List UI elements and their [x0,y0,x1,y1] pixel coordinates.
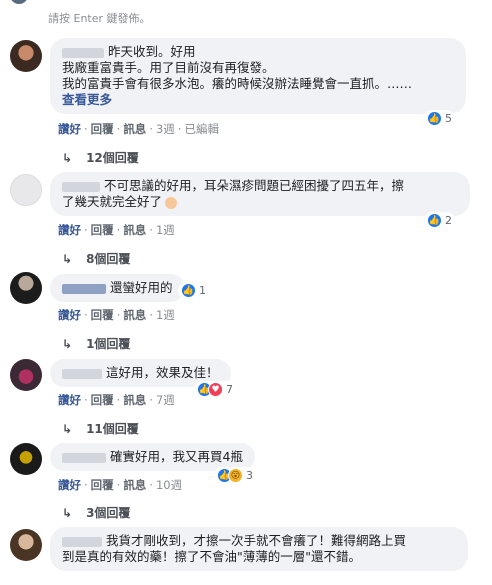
comment-text: 我貨才剛收到，才擦一次手就不會癢了！難得網路上買 [106,533,407,548]
replies-count: 3個回覆 [86,506,131,520]
replies-count: 12個回覆 [86,151,139,165]
reaction-summary[interactable]: 👍 ♥ 7 [194,381,236,398]
reaction-summary[interactable]: 👍 1 [178,282,209,299]
like-icon: 👍 [181,283,196,298]
author-name[interactable] [62,181,100,192]
comment-actions: 讚好 · 回覆 · 訊息 · 3週 · 已編輯 [58,122,219,136]
message-button[interactable]: 訊息 [123,478,146,492]
avatar[interactable] [10,174,42,206]
edited-label: 已編輯 [184,122,219,136]
reply-arrow-icon: ↳ [62,422,73,436]
like-button[interactable]: 讚好 [58,122,81,136]
view-replies-link[interactable]: ↳ 11個回覆 [62,420,139,437]
comment-text: 還蠻好用的 [110,280,173,295]
comment-actions: 讚好 · 回覆 · 訊息 · 7週 [58,393,175,407]
view-replies-link[interactable]: ↳ 8個回覆 [62,250,130,267]
message-button[interactable]: 訊息 [123,393,146,407]
comment-actions: 讚好 · 回覆 · 訊息 · 1週 [58,223,175,237]
comment-bubble: 不可思議的好用，耳朵濕疹問題已經困擾了四五年，擦 了幾天就完全好了 [50,172,470,216]
avatar[interactable] [10,272,42,304]
avatar[interactable] [10,443,42,475]
comment-time[interactable]: 1週 [156,308,175,322]
comment-actions: 讚好 · 回覆 · 訊息 · 1週 [58,308,175,322]
reply-arrow-icon: ↳ [62,506,73,520]
reaction-count: 2 [445,214,452,227]
message-button[interactable]: 訊息 [123,308,146,322]
replies-count: 1個回覆 [86,337,131,351]
avatar[interactable] [10,529,42,561]
author-name[interactable] [62,536,102,547]
reply-button[interactable]: 回覆 [91,223,114,237]
reply-button[interactable]: 回覆 [91,122,114,136]
reaction-count: 1 [199,284,206,297]
like-icon: 👍 [427,111,442,126]
comment-text: 確實好用，我又再買4瓶 [110,449,243,464]
reply-arrow-icon: ↳ [62,337,73,351]
view-replies-link[interactable]: ↳ 1個回覆 [62,335,130,352]
hand-emoji-icon [165,196,178,209]
like-button[interactable]: 讚好 [58,308,81,322]
reply-arrow-icon: ↳ [62,252,73,266]
like-button[interactable]: 讚好 [58,393,81,407]
see-more-link[interactable]: 查看更多 [62,92,454,108]
author-name[interactable] [62,283,106,294]
like-icon: 👍 [427,213,442,228]
comment-bubble: 還蠻好用的 [50,274,185,302]
current-user-avatar [10,0,28,4]
comment-time[interactable]: 3週 [156,122,175,136]
comment-text: 昨天收到。好用 [108,44,196,59]
post-hint: 請按 Enter 鍵發佈。 [48,12,151,25]
comment-text: 了幾天就完全好了 [62,194,163,209]
like-button[interactable]: 讚好 [58,478,81,492]
author-name[interactable] [62,452,106,463]
reaction-summary[interactable]: 👍 5 [424,110,455,127]
comment-actions: 讚好 · 回覆 · 訊息 · 10週 [58,478,183,492]
replies-count: 8個回覆 [86,252,131,266]
author-name[interactable] [62,368,102,379]
reaction-count: 3 [246,469,253,482]
comment-time[interactable]: 10週 [156,478,182,492]
author-name[interactable] [62,47,104,58]
heart-icon: ♥ [208,382,223,397]
comment-text: 到是真的有效的藥！擦了不會油"薄薄的一層"還不錯。 [62,549,362,564]
message-button[interactable]: 訊息 [123,122,146,136]
comment-text: 這好用，效果及佳！ [106,365,219,380]
reaction-count: 7 [226,383,233,396]
reply-button[interactable]: 回覆 [91,308,114,322]
reply-button[interactable]: 回覆 [91,478,114,492]
message-button[interactable]: 訊息 [123,223,146,237]
wow-icon: 😮 [228,468,243,483]
comment-text: 不可思議的好用，耳朵濕疹問題已經困擾了四五年，擦 [104,178,405,193]
comment-bubble: 我貨才剛收到，才擦一次手就不會癢了！難得網路上買 到是真的有效的藥！擦了不會油"… [50,527,468,571]
comment-time[interactable]: 7週 [156,393,175,407]
reply-arrow-icon: ↳ [62,151,73,165]
like-button[interactable]: 讚好 [58,223,81,237]
replies-count: 11個回覆 [86,422,139,436]
comment-bubble: 昨天收到。好用 我廠重富貴手。用了目前沒有再復發。 我的富貴手會有很多水泡。癢的… [50,38,466,114]
comment-time[interactable]: 1週 [156,223,175,237]
reaction-summary[interactable]: 👍 2 [424,212,455,229]
view-replies-link[interactable]: ↳ 3個回覆 [62,504,130,521]
comment-text: 我的富貴手會有很多水泡。癢的時候沒辦法睡覺會一直抓。…… [62,76,413,91]
reaction-summary[interactable]: 👍 😮 3 [214,467,256,484]
avatar[interactable] [10,40,42,72]
reaction-count: 5 [445,112,452,125]
view-replies-link[interactable]: ↳ 12個回覆 [62,149,139,166]
reply-button[interactable]: 回覆 [91,393,114,407]
comment-text: 我廠重富貴手。用了目前沒有再復發。 [62,60,275,75]
avatar[interactable] [10,359,42,391]
